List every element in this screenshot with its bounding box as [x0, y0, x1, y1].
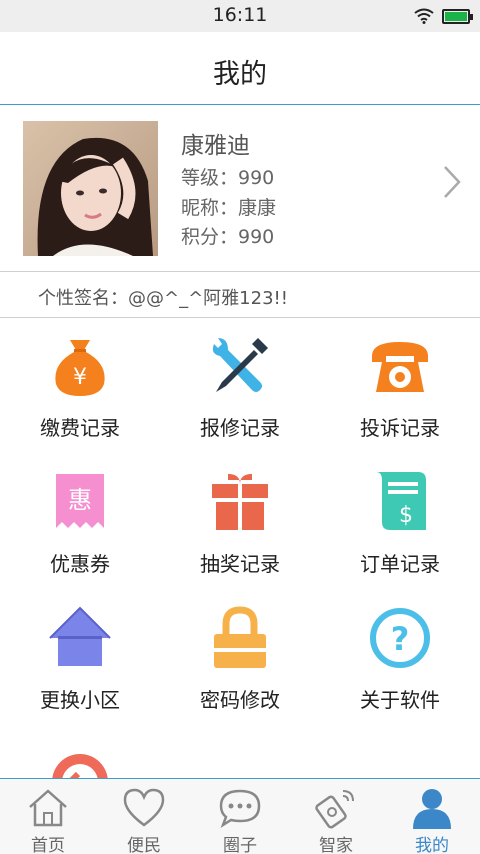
receipt-icon: $ — [376, 472, 426, 530]
user-icon — [413, 789, 451, 829]
signature-text: 个性签名：@@^_^阿雅123!! — [38, 288, 288, 309]
tab-circle[interactable]: 圈子 — [192, 779, 288, 854]
tab-label: 智家 — [319, 836, 353, 854]
profile-points: 积分：990 — [181, 226, 275, 248]
complaint-records-button[interactable]: 投诉记录 — [320, 318, 480, 454]
house-icon — [49, 606, 111, 666]
tile-label: 投诉记录 — [360, 416, 440, 440]
repair-records-button[interactable]: 报修记录 — [160, 318, 320, 454]
avatar — [23, 121, 158, 256]
svg-text:$: $ — [399, 503, 413, 528]
profile-name: 康雅迪 — [181, 133, 250, 159]
telephone-icon — [372, 342, 428, 392]
wifi-icon — [414, 8, 434, 24]
profile-card[interactable]: 康雅迪 等级：990 昵称：康康 积分：990 — [0, 106, 480, 272]
repair-tools-icon — [212, 338, 268, 392]
tab-convenience[interactable]: 便民 — [96, 779, 192, 854]
coupons-button[interactable]: 惠 优惠券 — [0, 454, 160, 590]
question-icon: ? — [370, 608, 430, 668]
profile-level: 等级：990 — [181, 167, 275, 189]
tile-label: 报修记录 — [200, 416, 280, 440]
tile-label: 订单记录 — [360, 552, 440, 576]
status-icons — [414, 8, 473, 24]
tab-label: 圈子 — [223, 836, 257, 854]
change-password-button[interactable]: 密码修改 — [160, 590, 320, 726]
order-records-button[interactable]: $ 订单记录 — [320, 454, 480, 590]
page-title: 我的 — [213, 59, 267, 90]
tab-label: 首页 — [31, 836, 65, 854]
tab-mine[interactable]: 我的 — [384, 779, 480, 854]
tile-label: 关于软件 — [360, 688, 440, 712]
coupon-icon: 惠 — [56, 474, 104, 528]
svg-text:?: ? — [391, 620, 410, 658]
status-bar: 16:11 — [0, 0, 480, 32]
bottom-tab-bar: 首页 便民 圈子 智家 我的 — [0, 778, 480, 854]
heart-icon — [123, 788, 165, 827]
profile-nickname: 昵称：康康 — [181, 197, 277, 219]
lottery-records-button[interactable]: 抽奖记录 — [160, 454, 320, 590]
tab-label: 我的 — [415, 836, 449, 854]
tab-label: 便民 — [127, 836, 161, 854]
tab-smart-home[interactable]: 智家 — [288, 779, 384, 854]
svg-text:¥: ¥ — [73, 365, 87, 390]
padlock-icon — [214, 606, 266, 668]
tile-label: 优惠券 — [50, 552, 110, 576]
payment-records-button[interactable]: ¥ 缴费记录 — [0, 318, 160, 454]
gift-box-icon — [212, 474, 268, 530]
status-time: 16:11 — [212, 4, 268, 26]
svg-text:惠: 惠 — [68, 486, 92, 514]
money-bag-icon: ¥ — [55, 340, 105, 396]
smart-home-icon — [315, 790, 354, 829]
chat-icon — [219, 789, 261, 829]
tile-label: 抽奖记录 — [200, 552, 280, 576]
function-grid: ¥ 缴费记录 报修记录 投诉记录 惠 优惠券 抽奖记录 $ 订单记录 更换小区 … — [0, 318, 480, 778]
tile-label: 缴费记录 — [40, 416, 120, 440]
tab-home[interactable]: 首页 — [0, 779, 96, 854]
logout-button[interactable] — [0, 726, 160, 778]
change-community-button[interactable]: 更换小区 — [0, 590, 160, 726]
chevron-right-icon[interactable] — [442, 164, 462, 200]
home-icon — [29, 789, 67, 827]
battery-icon — [442, 8, 473, 24]
tile-label: 密码修改 — [200, 688, 280, 712]
signature-row[interactable]: 个性签名：@@^_^阿雅123!! — [0, 272, 480, 318]
tile-label: 更换小区 — [40, 688, 120, 712]
logout-icon — [52, 754, 108, 778]
header: 我的 — [0, 32, 480, 105]
about-software-button[interactable]: ? 关于软件 — [320, 590, 480, 726]
